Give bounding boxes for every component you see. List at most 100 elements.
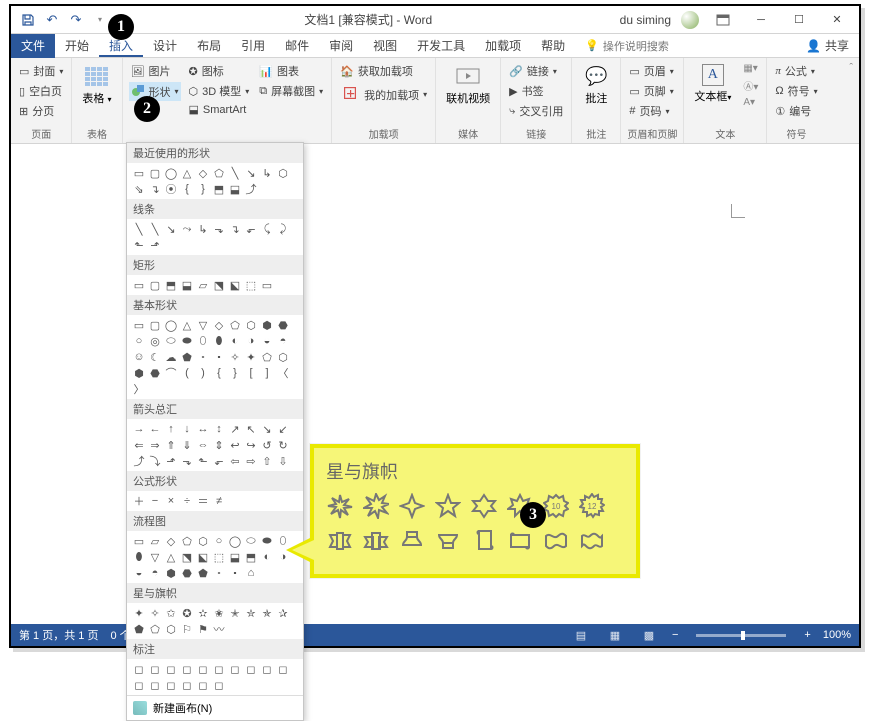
tab-layout[interactable]: 布局 (187, 34, 231, 57)
online-video-button[interactable]: 联机视频 (442, 62, 494, 108)
shape-thumb[interactable]: ⇩ (276, 454, 290, 468)
shape-thumb[interactable]: ◻ (180, 678, 194, 692)
shape-thumb[interactable]: ⬏ (164, 454, 178, 468)
shape-thumb[interactable]: ⬓ (228, 182, 242, 196)
shape-thumb[interactable]: ⚐ (180, 622, 194, 636)
shape-thumb[interactable]: 〰 (212, 622, 226, 636)
shape-thumb[interactable]: ⬐ (212, 454, 226, 468)
save-icon[interactable] (19, 11, 37, 29)
shape-thumb[interactable]: ⬟ (132, 622, 146, 636)
view-web-icon[interactable]: ▩ (638, 627, 660, 643)
shape-thumb[interactable]: ↙ (276, 422, 290, 436)
tab-design[interactable]: 设计 (143, 34, 187, 57)
shape-thumb[interactable]: ⌂ (244, 566, 258, 580)
maximize-button[interactable]: ☐ (785, 10, 813, 30)
view-read-icon[interactable]: ▤ (570, 627, 592, 643)
shape-thumb[interactable]: ÷ (180, 494, 194, 508)
shape-thumb[interactable]: ◻ (228, 662, 242, 676)
shape-wave[interactable] (542, 526, 570, 554)
shape-thumb[interactable]: ⌒ (164, 366, 178, 380)
shape-thumb[interactable]: ✦ (244, 350, 258, 364)
shape-vertical-scroll[interactable] (470, 526, 498, 554)
shape-thumb[interactable]: ▱ (148, 534, 162, 548)
shape-thumb[interactable]: ⬠ (148, 622, 162, 636)
shape-thumb[interactable]: ✯ (260, 606, 274, 620)
shape-thumb[interactable]: ▭ (132, 534, 146, 548)
shape-thumb[interactable]: } (196, 182, 210, 196)
new-canvas-item[interactable]: 新建画布(N) (127, 695, 303, 720)
collapse-ribbon-icon[interactable]: ˆ (843, 58, 859, 143)
shape-thumb[interactable]: ↴ (228, 222, 242, 236)
shape-thumb[interactable]: ⬐ (244, 222, 258, 236)
zoom-slider[interactable] (696, 634, 786, 637)
shape-thumb[interactable]: ⬮ (132, 550, 146, 564)
shape-thumb[interactable]: ✫ (196, 606, 210, 620)
symbol-button[interactable]: Ω符号▾ (773, 82, 819, 100)
shape-thumb[interactable]: − (148, 494, 162, 508)
shape-4pt-star[interactable] (398, 492, 426, 520)
3dmodels-button[interactable]: ⬡3D 模型▾ (187, 82, 252, 100)
shape-thumb[interactable]: ⬟ (196, 566, 210, 580)
shape-thumb[interactable]: ✩ (164, 606, 178, 620)
shape-thumb[interactable]: { (180, 182, 194, 196)
shape-thumb[interactable]: ◻ (212, 662, 226, 676)
shape-thumb[interactable]: ◯ (164, 318, 178, 332)
shape-down-ribbon[interactable] (434, 526, 462, 554)
shape-thumb[interactable]: ⬮ (212, 334, 226, 348)
shape-thumb[interactable]: ⬡ (276, 350, 290, 364)
redo-icon[interactable]: ↷ (67, 11, 85, 29)
shape-10pt-seal[interactable]: 10 (542, 492, 570, 520)
shape-thumb[interactable]: ✦ (132, 606, 146, 620)
shape-thumb[interactable]: ✰ (276, 606, 290, 620)
shape-thumb[interactable]: ⬚ (244, 278, 258, 292)
my-addins-button[interactable]: 我的加载项▾ (338, 82, 429, 107)
shape-thumb[interactable]: ⬎ (180, 454, 194, 468)
shape-thumb[interactable]: ⬟ (180, 350, 194, 364)
tab-home[interactable]: 开始 (55, 34, 99, 57)
shape-thumb[interactable]: ◻ (196, 662, 210, 676)
ribbon-options-icon[interactable] (709, 10, 737, 30)
shape-thumb[interactable]: ✮ (244, 606, 258, 620)
dropcap-icon[interactable]: A▾ (741, 96, 760, 109)
shape-thumb[interactable]: ◯ (228, 534, 242, 548)
minimize-button[interactable]: ─ (747, 10, 775, 30)
tab-help[interactable]: 帮助 (531, 34, 575, 57)
shape-thumb[interactable]: ⬣ (148, 366, 162, 380)
shape-thumb[interactable]: ⇕ (212, 438, 226, 452)
shape-thumb[interactable]: ⬒ (164, 278, 178, 292)
tab-developer[interactable]: 开发工具 (407, 34, 475, 57)
shape-thumb[interactable]: ↗ (228, 422, 242, 436)
shape-thumb[interactable]: ↻ (276, 438, 290, 452)
screenshot-button[interactable]: ⧉屏幕截图▾ (257, 82, 325, 100)
shape-thumb[interactable]: ○ (132, 334, 146, 348)
shape-thumb[interactable]: ⬬ (260, 534, 274, 548)
shape-up-ribbon[interactable] (398, 526, 426, 554)
shape-thumb[interactable]: ⤴ (132, 454, 146, 468)
shape-thumb[interactable]: × (164, 494, 178, 508)
shape-thumb[interactable]: ▭ (132, 278, 146, 292)
shape-thumb[interactable]: ◻ (180, 662, 194, 676)
shape-thumb[interactable]: ⬞ (196, 350, 210, 364)
shape-thumb[interactable]: ⇧ (260, 454, 274, 468)
page-break-button[interactable]: ⊞分页 (17, 102, 65, 120)
shape-thumb[interactable]: ◒ (132, 566, 146, 580)
pictures-button[interactable]: 🖼图片 (129, 62, 181, 80)
shape-thumb[interactable]: [ (244, 366, 258, 380)
shape-thumb[interactable]: ⤳ (180, 222, 194, 236)
shape-thumb[interactable]: ↘ (244, 166, 258, 180)
shape-thumb[interactable]: ⬑ (132, 238, 146, 252)
link-button[interactable]: 🔗链接▾ (507, 62, 565, 80)
shape-thumb[interactable]: ↺ (260, 438, 274, 452)
shape-thumb[interactable]: ⦿ (164, 182, 178, 196)
shape-thumb[interactable]: ◓ (148, 566, 162, 580)
shape-thumb[interactable]: ▭ (260, 278, 274, 292)
shape-thumb[interactable]: ⬓ (228, 550, 242, 564)
shape-thumb[interactable]: ◻ (244, 662, 258, 676)
shape-thumb[interactable]: ⬏ (148, 238, 162, 252)
shape-thumb[interactable]: ◯ (164, 166, 178, 180)
icons-button[interactable]: ✪图标 (187, 62, 252, 80)
shape-thumb[interactable]: ⬡ (244, 318, 258, 332)
comment-button[interactable]: 💬批注 (578, 62, 614, 108)
shape-thumb[interactable]: ⬚ (212, 550, 226, 564)
shape-thumb[interactable]: ✬ (212, 606, 226, 620)
